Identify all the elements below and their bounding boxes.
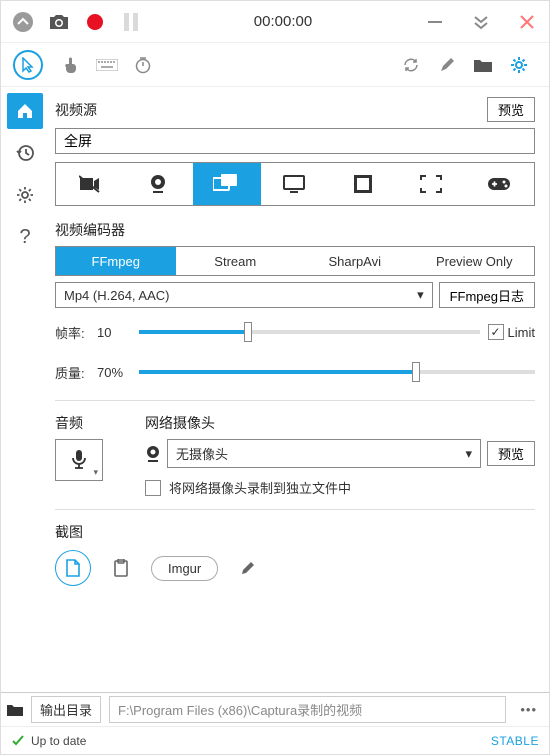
sidebar: ? [1, 87, 49, 692]
quality-label: 质量: [55, 363, 89, 382]
webcam-title: 网络摄像头 [145, 413, 535, 433]
source-monitor[interactable] [261, 163, 329, 205]
screenshot-clipboard-icon[interactable] [103, 550, 139, 586]
timer-tool[interactable] [125, 47, 161, 83]
limit-label: Limit [508, 325, 535, 340]
video-source-input[interactable] [55, 128, 535, 154]
camera-icon[interactable] [45, 8, 73, 36]
sidebar-home[interactable] [7, 93, 43, 129]
titlebar: 00:00:00 [1, 1, 549, 43]
keyboard-tool[interactable] [89, 47, 125, 83]
brush-icon[interactable] [429, 47, 465, 83]
source-game[interactable] [466, 163, 534, 205]
encoder-title: 视频编码器 [55, 220, 535, 240]
webcam-separate-checkbox[interactable] [145, 480, 161, 496]
stable-badge: STABLE [491, 734, 539, 748]
sync-icon[interactable] [393, 47, 429, 83]
codec-value: Mp4 (H.264, AAC) [64, 288, 170, 303]
minimize-button[interactable] [421, 8, 449, 36]
quality-value: 70% [97, 365, 131, 380]
status-bar: Up to date STABLE [1, 726, 549, 754]
webcam-icon [145, 445, 161, 463]
check-icon [11, 734, 25, 748]
output-path[interactable]: F:\Program Files (x86)\Captura录制的视频 [109, 696, 506, 723]
limit-checkbox[interactable]: ✓ [488, 324, 504, 340]
encoder-tab-sharpavi[interactable]: SharpAvi [295, 247, 415, 275]
sidebar-settings[interactable] [7, 177, 43, 213]
chevron-down-icon: ▾ [417, 287, 424, 303]
microphone-button[interactable] [55, 439, 103, 481]
folder-icon [7, 704, 23, 716]
encoder-tab-stream[interactable]: Stream [176, 247, 296, 275]
webcam-separate-label: 将网络摄像头录制到独立文件中 [169, 478, 351, 497]
encoder-tab-ffmpeg[interactable]: FFmpeg [56, 247, 176, 275]
sidebar-history[interactable] [7, 135, 43, 171]
titlebar-right [421, 8, 541, 36]
webcam-select[interactable]: 无摄像头 ▾ [167, 439, 481, 468]
toolbar [1, 43, 549, 87]
titlebar-left [9, 8, 145, 36]
settings-icon[interactable] [501, 47, 537, 83]
folder-icon[interactable] [465, 47, 501, 83]
output-browse-button[interactable]: ••• [514, 702, 543, 717]
click-tool[interactable] [53, 47, 89, 83]
ffmpeg-log-button[interactable]: FFmpeg日志 [439, 282, 535, 308]
webcam-preview-button[interactable]: 预览 [487, 441, 535, 466]
output-label: 输出目录 [31, 696, 101, 723]
audio-title: 音频 [55, 413, 127, 433]
pause-button[interactable] [117, 8, 145, 36]
source-type-row [55, 162, 535, 206]
codec-select[interactable]: Mp4 (H.264, AAC) ▾ [55, 282, 433, 308]
record-button[interactable] [81, 8, 109, 36]
content-panel: 视频源 预览 [49, 87, 549, 692]
fps-value: 10 [97, 325, 131, 340]
main-area: ? 视频源 预览 [1, 87, 549, 692]
screenshot-file-icon[interactable] [55, 550, 91, 586]
source-window[interactable] [329, 163, 397, 205]
output-footer: 输出目录 F:\Program Files (x86)\Captura录制的视频… [1, 692, 549, 726]
screenshot-title: 截图 [55, 522, 535, 542]
fps-slider[interactable] [139, 330, 480, 334]
source-webcam[interactable] [124, 163, 192, 205]
source-region[interactable] [397, 163, 465, 205]
imgur-button[interactable]: Imgur [151, 556, 218, 581]
encoder-tabs: FFmpeg Stream SharpAvi Preview Only [55, 246, 535, 276]
expand-down-icon[interactable] [467, 8, 495, 36]
collapse-up-icon[interactable] [9, 8, 37, 36]
sidebar-help[interactable]: ? [7, 219, 43, 255]
quality-slider[interactable] [139, 370, 535, 374]
fps-label: 帧率: [55, 323, 89, 342]
webcam-value: 无摄像头 [176, 444, 228, 463]
cursor-tool[interactable] [13, 50, 43, 80]
timer-display: 00:00:00 [145, 13, 421, 30]
source-screens[interactable] [193, 163, 261, 205]
preview-button[interactable]: 预览 [487, 97, 535, 122]
close-button[interactable] [513, 8, 541, 36]
source-nocamera[interactable] [56, 163, 124, 205]
encoder-tab-preview[interactable]: Preview Only [415, 247, 535, 275]
chevron-down-icon: ▾ [465, 446, 472, 462]
video-source-title: 视频源 [55, 100, 487, 120]
status-text: Up to date [31, 734, 86, 748]
screenshot-edit-icon[interactable] [230, 550, 266, 586]
